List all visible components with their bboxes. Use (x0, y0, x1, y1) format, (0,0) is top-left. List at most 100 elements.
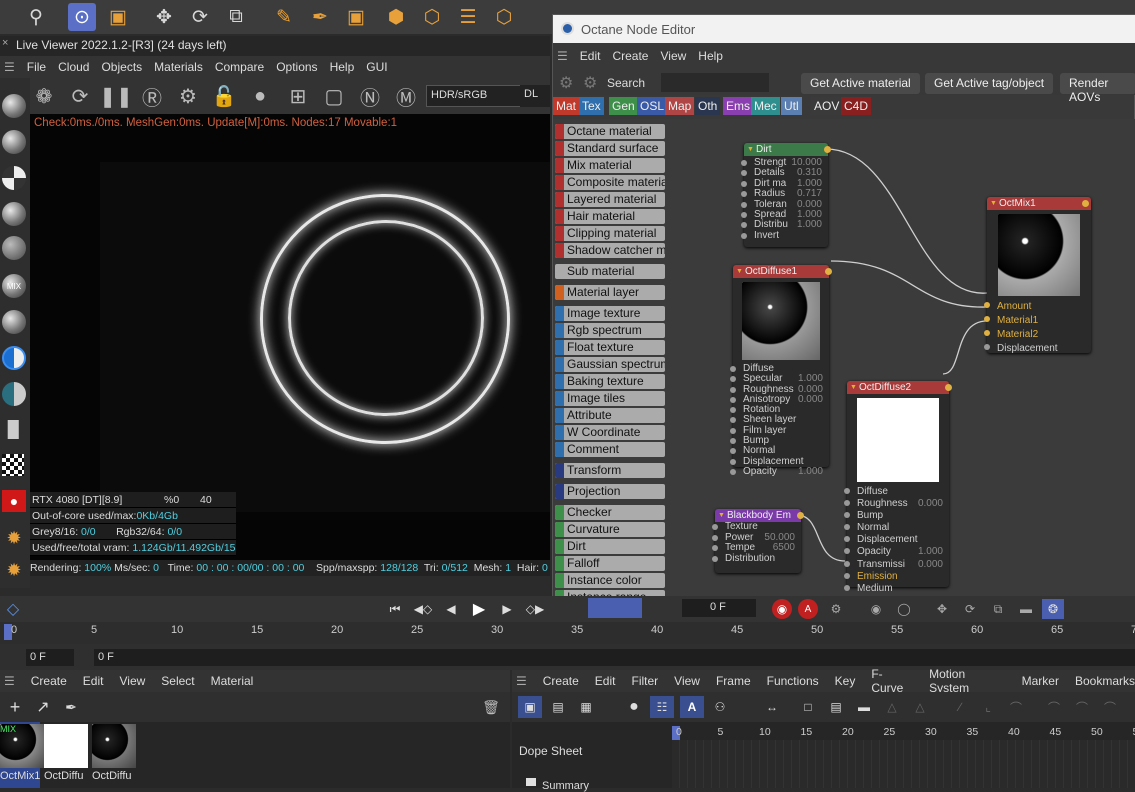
timeline-ruler[interactable]: 0510152025303540455055606570 (0, 622, 1135, 644)
summary-item[interactable]: Summary (542, 780, 589, 792)
pick-focus-icon[interactable]: Ⓝ (356, 82, 384, 110)
ds-menu-marker[interactable]: Marker (1022, 674, 1059, 688)
ds-menu-bookmarks[interactable]: Bookmarks (1075, 674, 1135, 688)
arrow-icon[interactable]: ↗ (32, 696, 54, 718)
add-icon[interactable]: + (4, 696, 26, 718)
tab-map[interactable]: Map (665, 97, 694, 115)
input-port[interactable] (741, 170, 747, 176)
pause-icon[interactable]: ❚❚ (102, 82, 130, 110)
rotation-key-icon[interactable]: ⟳ (960, 599, 980, 619)
input-port[interactable] (730, 387, 736, 393)
node-param[interactable]: Transmissi0.000 (847, 559, 949, 571)
node-param[interactable]: Material2 (987, 328, 1091, 342)
move-icon[interactable]: ✥ (150, 3, 178, 31)
square-icon[interactable]: ▣ (342, 3, 370, 31)
current-frame-field[interactable]: 0 F (682, 599, 756, 617)
param-value[interactable]: 6500 (773, 543, 795, 554)
tab-tex[interactable]: Tex (579, 97, 604, 115)
motion-icon[interactable]: ◯ (894, 599, 914, 619)
input-port[interactable] (844, 512, 850, 518)
input-port[interactable] (741, 233, 747, 239)
input-port[interactable] (730, 459, 736, 465)
input-port[interactable] (712, 545, 718, 551)
node-param[interactable]: Amount (987, 300, 1091, 314)
ds-menu-frame[interactable]: Frame (716, 674, 751, 688)
tab-utl[interactable]: Utl (781, 97, 802, 115)
frame-selected-icon[interactable]: ▤ (824, 696, 848, 718)
preset-sphere-icon[interactable] (2, 310, 26, 334)
param-key-icon[interactable]: ▬ (1016, 599, 1036, 619)
ds-menu-functions[interactable]: Functions (767, 674, 819, 688)
lock-icon[interactable]: 🔓 (210, 82, 238, 110)
hierarchy-icon[interactable]: ☷ (650, 696, 674, 718)
menu-options[interactable]: Options (276, 60, 317, 74)
play-icon[interactable]: ▶ (468, 598, 490, 620)
ds-menu-fcurve[interactable]: F-Curve (871, 667, 913, 695)
node-canvas[interactable]: Octane materialStandard surfaceMix mater… (553, 119, 1135, 607)
material-thumb-octdiffuse2[interactable] (44, 724, 88, 768)
menu-help[interactable]: Help (330, 60, 355, 74)
get-active-material-button[interactable]: Get Active material (801, 73, 920, 94)
step-interp-icon[interactable]: ⌞ (976, 696, 1000, 718)
node-param[interactable]: Invert (744, 231, 828, 241)
hamburger-icon[interactable]: ☰ (4, 60, 15, 74)
tab-gen[interactable]: Gen (609, 97, 638, 115)
material-thumb-octmix1[interactable]: MIX (0, 724, 44, 768)
input-port[interactable] (741, 202, 747, 208)
input-port[interactable] (844, 536, 850, 542)
hamburger-icon[interactable]: ☰ (516, 674, 527, 688)
param-value[interactable]: 1.000 (797, 220, 822, 230)
ds-menu-view[interactable]: View (674, 674, 700, 688)
input-port[interactable] (984, 316, 990, 322)
live-selection-icon[interactable]: ⊙ (68, 3, 96, 31)
node-octdiffuse1[interactable]: OctDiffuse1 DiffuseSpecular1.000Roughnes… (733, 265, 829, 467)
hamburger-icon[interactable]: ☰ (4, 674, 15, 688)
snap-icon[interactable]: △ (880, 696, 904, 718)
tab-mat[interactable]: Mat (553, 97, 579, 115)
record-key-icon[interactable]: ◉ (772, 599, 792, 619)
menu-cloud[interactable]: Cloud (58, 60, 89, 74)
mat-menu-material[interactable]: Material (211, 674, 254, 688)
settings-gear-icon[interactable]: ⚙ (174, 82, 202, 110)
node-param[interactable]: Displacement (987, 342, 1091, 356)
object-filter-icon[interactable]: ● (622, 696, 646, 718)
node-param[interactable]: Bump (847, 510, 949, 522)
menu-compare[interactable]: Compare (215, 60, 264, 74)
key-reduction-icon[interactable]: ▬ (852, 696, 876, 718)
keyframe-settings-icon[interactable]: ⚙ (826, 599, 846, 619)
node-settings-icon[interactable]: ⚙ (559, 73, 573, 93)
record-icon[interactable]: ● (2, 490, 26, 512)
menu-materials[interactable]: Materials (154, 60, 203, 74)
output-port[interactable] (945, 384, 952, 391)
node-dirt[interactable]: Dirt Strengt10.000Details0.310Dirt ma1.0… (744, 143, 828, 247)
pick-material-icon[interactable]: Ⓜ (392, 82, 420, 110)
param-value[interactable]: 1.000 (918, 546, 943, 558)
node-param[interactable]: Normal (847, 522, 949, 534)
node-tag-icon[interactable]: ⚙ (583, 73, 597, 93)
mix-sphere-icon[interactable]: MIX (2, 274, 26, 298)
ds-menu-motion-system[interactable]: Motion System (929, 667, 1006, 695)
lock-key-icon[interactable]: △ (908, 696, 932, 718)
input-port[interactable] (730, 397, 736, 403)
param-value[interactable]: 0.000 (918, 498, 943, 510)
checker-icon[interactable] (2, 454, 24, 476)
tab-ems[interactable]: Ems (723, 97, 753, 115)
input-port[interactable] (741, 212, 747, 218)
node-param[interactable]: Displacement (847, 534, 949, 546)
hamburger-icon[interactable]: ☰ (557, 49, 568, 63)
ne-menu-edit[interactable]: Edit (580, 49, 601, 63)
tab-osl[interactable]: OSL (637, 97, 667, 115)
checker-sphere-icon[interactable] (2, 166, 26, 190)
input-port[interactable] (844, 524, 850, 530)
output-port[interactable] (825, 268, 832, 275)
ease-out-icon[interactable]: ⌒ (1098, 696, 1122, 718)
preset-sphere-icon[interactable] (2, 202, 26, 226)
render-mode-select[interactable]: DL (520, 85, 550, 107)
output-port[interactable] (824, 146, 831, 153)
input-port[interactable] (844, 561, 850, 567)
focus-icon[interactable]: ▢ (320, 82, 348, 110)
input-port[interactable] (730, 438, 736, 444)
input-port[interactable] (741, 160, 747, 166)
half-sphere-icon[interactable] (2, 346, 26, 370)
input-port[interactable] (844, 488, 850, 494)
